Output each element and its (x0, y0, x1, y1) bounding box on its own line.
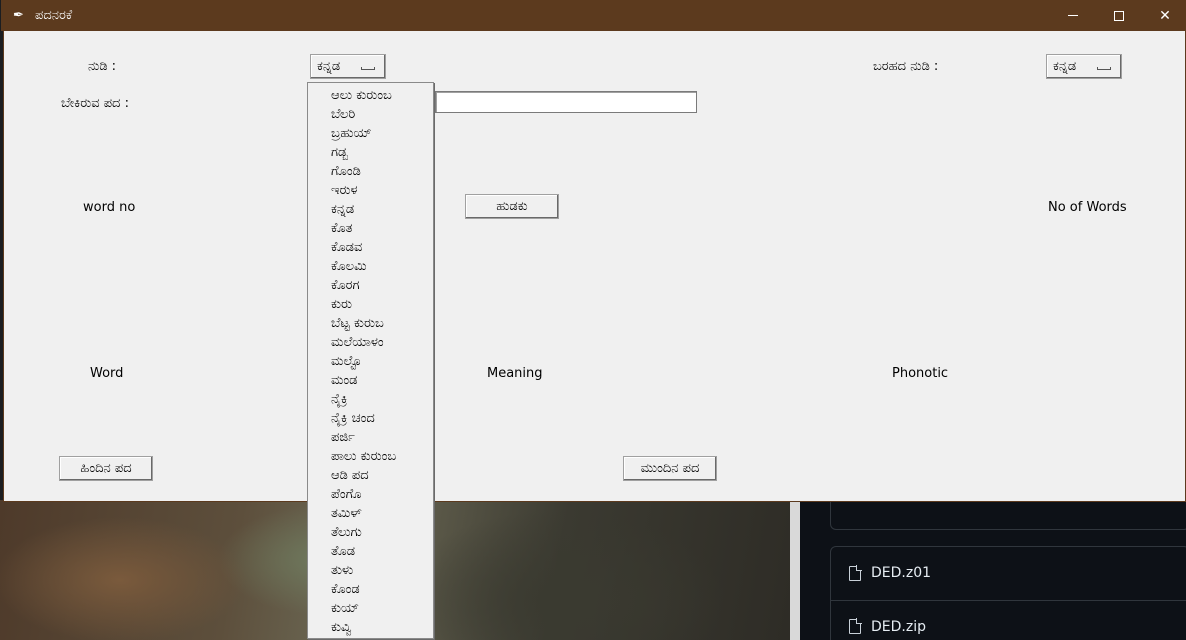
close-icon: ✕ (1159, 7, 1171, 24)
word-column-label: Word (90, 366, 124, 381)
file-row[interactable]: DED.zip (831, 600, 1186, 640)
script-language-label: ಬರಹದ ನುಡಿ : (873, 59, 939, 74)
dropdown-indicator-icon (1097, 67, 1111, 70)
background-file-panel: DED.z01 DED.zip (800, 490, 1186, 640)
close-button[interactable]: ✕ (1142, 0, 1186, 31)
dropdown-item[interactable]: ಕುವ್ವಿ (308, 618, 433, 637)
dropdown-item[interactable]: ನೈಕ್ರಿ (308, 390, 433, 409)
language-select-value: ಕನ್ನಡ (317, 59, 341, 74)
dropdown-item[interactable]: ಕನ್ನಡ (308, 200, 433, 219)
dropdown-item[interactable]: ತಮಿಳ್ (308, 504, 433, 523)
dropdown-item[interactable]: ಕೊರಗ (308, 276, 433, 295)
dropdown-item[interactable]: ಮಲ್ಟೊ (308, 352, 433, 371)
dropdown-item[interactable]: ಗಡ್ಬ (308, 143, 433, 162)
dropdown-item[interactable]: ಪೆಂಗೊ (308, 485, 433, 504)
dropdown-item[interactable]: ಆಲು ಕುರುಂಬ (308, 86, 433, 105)
minimize-button[interactable] (1050, 0, 1096, 31)
meaning-column-label: Meaning (487, 366, 543, 381)
dropdown-item[interactable]: ಗೊಂಡಿ (308, 162, 433, 181)
phonetic-column-label: Phonotic (892, 366, 949, 381)
search-button[interactable]: ಹುಡಕು (465, 194, 559, 219)
minimize-icon (1068, 15, 1078, 16)
dropdown-item[interactable]: ಬೆಟ್ಟ ಕುರುಬ (308, 314, 433, 333)
background-divider (790, 500, 800, 640)
dropdown-item[interactable]: ಕುಯ್ (308, 599, 433, 618)
dropdown-indicator-icon (361, 67, 375, 70)
file-row[interactable]: DED.z01 (831, 547, 1186, 599)
dropdown-item[interactable]: ಕುರು (308, 295, 433, 314)
dropdown-item[interactable]: ಕೊಂಡ (308, 580, 433, 599)
language-select[interactable]: ಕನ್ನಡ (310, 54, 386, 79)
dropdown-item[interactable]: ಮಂಡ (308, 371, 433, 390)
file-name[interactable]: DED.zip (871, 619, 926, 635)
dropdown-item[interactable]: ಮಲೆಯಾಳಂ (308, 333, 433, 352)
dropdown-item[interactable]: ತೊಡ (308, 542, 433, 561)
app-window: ✒ ಪದನರಕೆ ✕ ನುಡಿ : ಕನ್ನಡ ಬರಹದ ನುಡಿ : ಕನ್ನ… (1, 0, 1186, 502)
window-title: ಪದನರಕೆ (35, 8, 73, 23)
script-language-select-value: ಕನ್ನಡ (1053, 59, 1077, 74)
feather-icon: ✒ (13, 8, 24, 23)
maximize-icon (1114, 10, 1124, 21)
dropdown-item[interactable]: ತುಳು (308, 561, 433, 580)
dropdown-item[interactable]: ಪರ್ಜಿ (308, 428, 433, 447)
dropdown-item[interactable]: ಇರುಳ (308, 181, 433, 200)
dropdown-item[interactable]: ಕೊಡವ (308, 238, 433, 257)
dropdown-item[interactable]: ಬೆಲರಿ (308, 105, 433, 124)
dropdown-item[interactable]: ಬ್ರಹುಯ್ (308, 124, 433, 143)
word-label: ಬೇಕಿರುವ ಪದ : (61, 96, 129, 111)
dropdown-item[interactable]: ಪಾಲು ಕುರುಂಬ (308, 447, 433, 466)
script-language-select[interactable]: ಕನ್ನಡ (1046, 54, 1122, 79)
next-word-button[interactable]: ಮುಂದಿನ ಪದ (623, 456, 717, 481)
language-dropdown-menu[interactable]: ಆಲು ಕುರುಂಬ ಬೆಲರಿ ಬ್ರಹುಯ್ ಗಡ್ಬ ಗೊಂಡಿ ಇರುಳ ಕನ್ನಡ… (307, 82, 434, 639)
dropdown-item[interactable]: ಕೊತ (308, 219, 433, 238)
file-name[interactable]: DED.z01 (871, 565, 931, 581)
word-input[interactable] (435, 91, 697, 113)
title-bar[interactable]: ✒ ಪದನರಕೆ ✕ (1, 0, 1186, 31)
dropdown-item[interactable]: ತೆಲುಗು (308, 523, 433, 542)
word-no-label: word no (83, 200, 136, 215)
maximize-button[interactable] (1096, 0, 1142, 31)
previous-word-button[interactable]: ಹಿಂದಿನ ಪದ (59, 456, 153, 481)
dropdown-item[interactable]: ಆಡಿ ಪದ (308, 466, 433, 485)
file-icon (849, 564, 862, 581)
no-of-words-label: No of Words (1048, 200, 1127, 215)
dropdown-item[interactable]: ನೈಕ್ರಿ ಚಂದ (308, 409, 433, 428)
language-label: ನುಡಿ : (88, 59, 117, 74)
file-icon (849, 618, 862, 634)
dropdown-item[interactable]: ಕೊಲಮಿ (308, 257, 433, 276)
file-list: DED.z01 DED.zip (830, 546, 1186, 640)
